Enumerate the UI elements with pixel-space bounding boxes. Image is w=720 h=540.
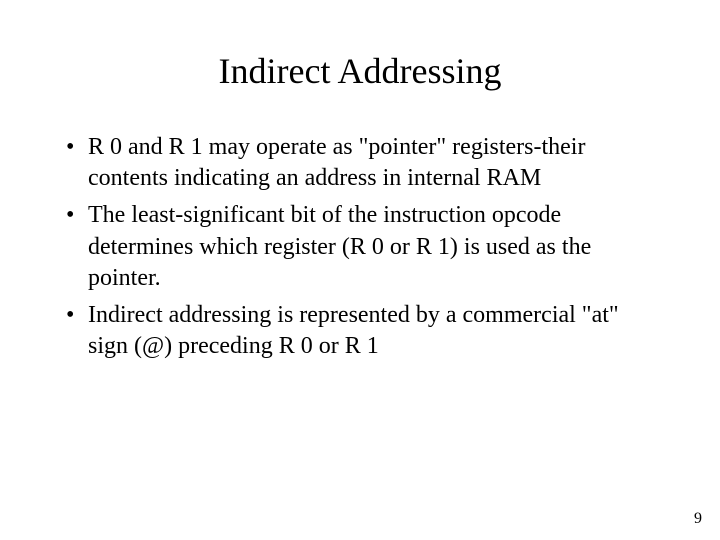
slide: Indirect Addressing R 0 and R 1 may oper…	[0, 0, 720, 540]
bullet-list: R 0 and R 1 may operate as "pointer" reg…	[60, 132, 660, 362]
list-item: The least-significant bit of the instruc…	[60, 200, 660, 294]
slide-title: Indirect Addressing	[60, 50, 660, 92]
list-item: Indirect addressing is represented by a …	[60, 300, 660, 362]
list-item: R 0 and R 1 may operate as "pointer" reg…	[60, 132, 660, 194]
page-number: 9	[694, 510, 702, 528]
